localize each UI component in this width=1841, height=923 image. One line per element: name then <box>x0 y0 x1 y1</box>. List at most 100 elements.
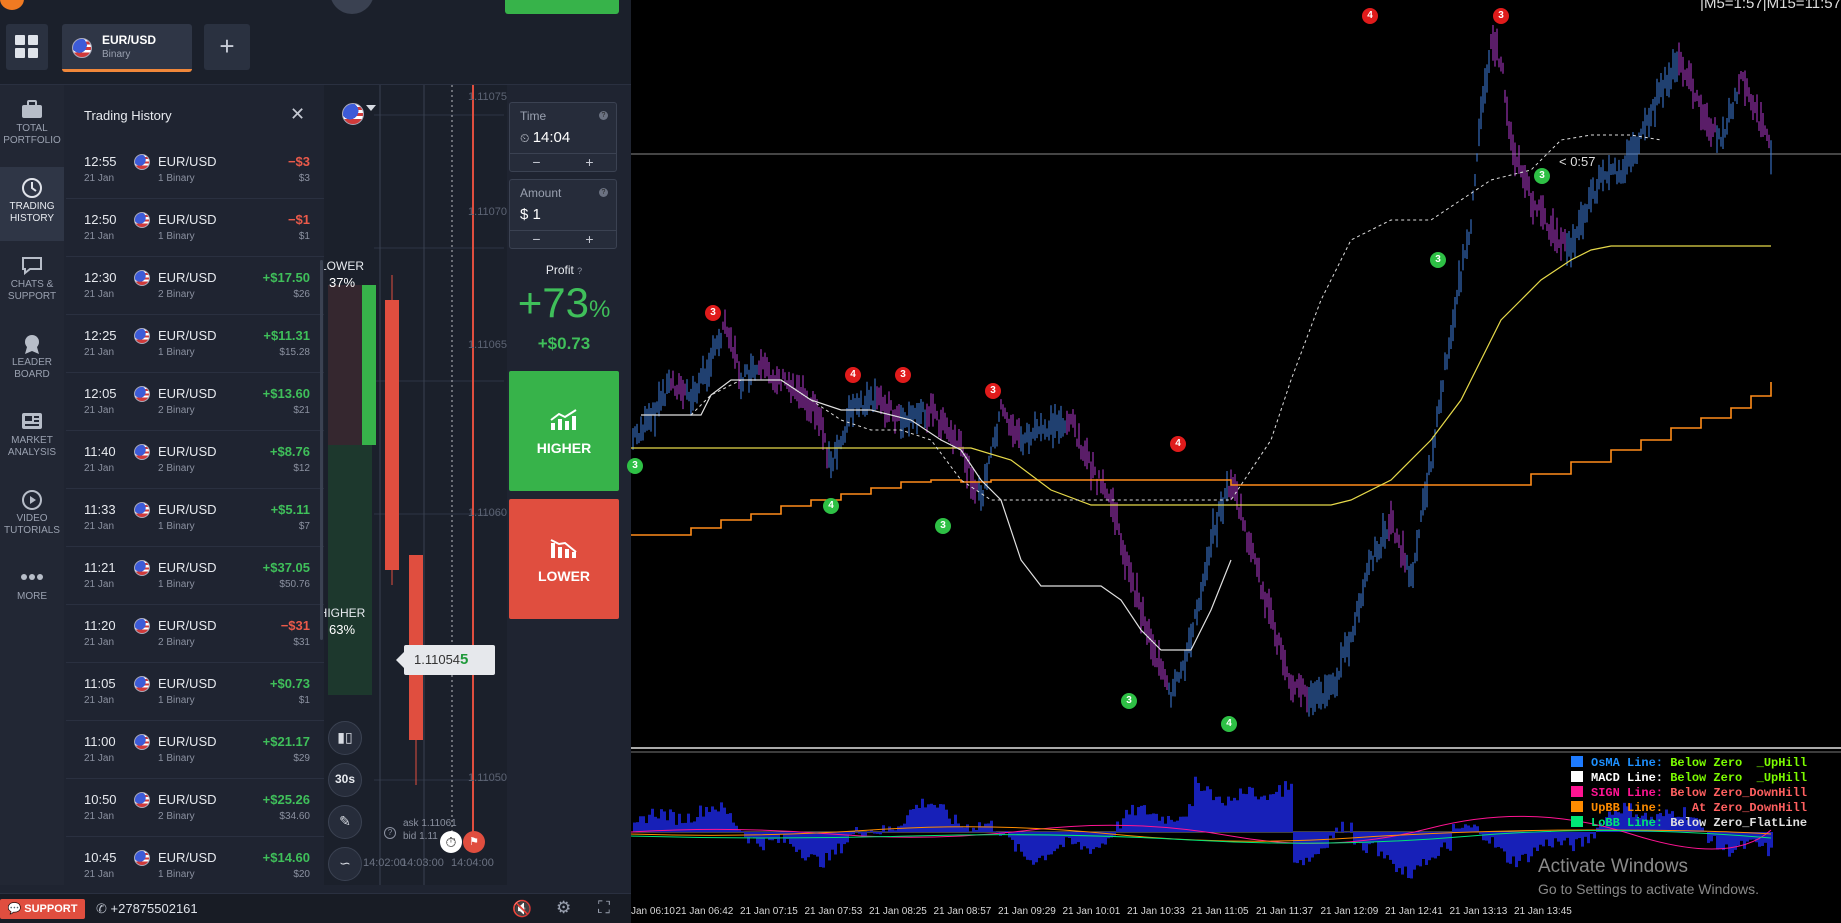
lower-button[interactable]: LOWER <box>509 499 619 619</box>
history-row[interactable]: 11:2121 JanEUR/USD1 Binary+$37.05$50.76 <box>66 546 324 605</box>
amount-selector[interactable]: Amount ? $ 1 − + <box>509 179 617 249</box>
trade-pnl: +$37.05 <box>263 560 310 575</box>
signal-marker: 4 <box>845 367 861 383</box>
history-row[interactable]: 11:2021 JanEUR/USD2 Binary−$31$31 <box>66 604 324 663</box>
price-level-4: 1.11060 <box>468 507 507 519</box>
legend-name: SIGN Line: <box>1591 786 1663 800</box>
legend-name: UpBB Line: <box>1591 801 1663 815</box>
asset-tab-pair: EUR/USD <box>102 33 156 47</box>
close-icon[interactable]: ✕ <box>290 104 305 125</box>
asset-chart[interactable]: 1.11075 1.11070 1.11065 1.11060 1.11050 … <box>324 85 507 885</box>
sidebar-item-label: MORE <box>17 591 47 602</box>
fullscreen-icon[interactable]: ⛶ <box>598 898 610 918</box>
time-plus-button[interactable]: + <box>563 154 616 170</box>
candles-tool-icon[interactable]: ▮▯ <box>328 721 362 755</box>
history-row[interactable]: 12:2521 JanEUR/USD1 Binary+$11.31$15.28 <box>66 314 324 373</box>
signal-marker: 3 <box>1534 168 1550 184</box>
time-label-3: 14:04:00 <box>451 857 494 869</box>
sidebar-item-chats-support[interactable]: CHATS & SUPPORT <box>0 245 64 319</box>
asset-tab-eurusd[interactable]: EUR/USD Binary <box>62 24 192 72</box>
amount-value[interactable]: $ 1 <box>520 206 541 223</box>
amount-plus-button[interactable]: + <box>563 231 616 247</box>
amount-minus-button[interactable]: − <box>510 231 563 247</box>
gear-icon[interactable]: ⚙ <box>556 898 571 918</box>
time-label-2: 14:03:00 <box>401 857 444 869</box>
lower-button-label: LOWER <box>509 568 619 584</box>
panel-title: Trading History <box>84 108 172 123</box>
trade-type: 1 Binary <box>158 347 195 358</box>
history-row[interactable]: 11:3321 JanEUR/USD1 Binary+$5.11$7 <box>66 488 324 547</box>
current-price-tag: 1.110545 <box>404 645 495 675</box>
sidebar-item-total-portfolio[interactable]: TOTAL PORTFOLIO <box>0 89 64 163</box>
info-icon[interactable]: ? <box>384 827 396 839</box>
trade-date: 21 Jan <box>84 869 114 880</box>
time-value: ⏲ 14:04 <box>520 129 570 146</box>
trade-type: 1 Binary <box>158 521 195 532</box>
trade-date: 21 Jan <box>84 753 114 764</box>
sidebar-item-leader-board[interactable]: LEADER BOARD <box>0 323 64 397</box>
trade-date: 21 Jan <box>84 695 114 706</box>
history-row[interactable]: 12:0521 JanEUR/USD2 Binary+$13.60$21 <box>66 372 324 431</box>
legend-swatch <box>1571 756 1583 767</box>
signal-marker: 4 <box>1362 8 1378 24</box>
history-row[interactable]: 10:4521 JanEUR/USD1 Binary+$14.60$20 <box>66 836 324 895</box>
trade-stake: $50.76 <box>279 579 310 590</box>
time-axis-label: 21 Jan 13:13 <box>1450 906 1508 917</box>
signal-marker: 3 <box>895 367 911 383</box>
trade-time: 11:05 <box>84 676 116 691</box>
sidebar-item-more[interactable]: MORE <box>0 557 64 631</box>
history-row[interactable]: 11:4021 JanEUR/USD2 Binary+$8.76$12 <box>66 430 324 489</box>
time-axis-label: 21 Jan 13:45 <box>1514 906 1572 917</box>
deposit-button[interactable] <box>505 0 619 14</box>
history-row[interactable]: 11:0021 JanEUR/USD1 Binary+$21.17$29 <box>66 720 324 779</box>
timeframe-button[interactable]: 30s <box>328 763 362 797</box>
eurusd-flag-icon <box>134 502 150 518</box>
trade-time: 10:50 <box>84 792 117 807</box>
indicators-icon[interactable]: ∽ <box>328 847 362 881</box>
higher-button-label: HIGHER <box>509 440 619 456</box>
trade-pair: EUR/USD <box>158 444 217 459</box>
help-icon[interactable]: ? <box>577 266 582 276</box>
legend-row: SIGN Line: Below Zero_DownHill <box>1571 786 1807 800</box>
draw-pencil-icon[interactable]: ✎ <box>328 805 362 839</box>
sidebar-item-label: MARKET ANALYSIS <box>8 435 56 458</box>
timer-icon: ⏱ <box>440 831 462 853</box>
chat-icon <box>19 255 45 275</box>
history-row[interactable]: 11:0521 JanEUR/USD1 Binary+$0.73$1 <box>66 662 324 721</box>
mute-icon[interactable]: 🔇 <box>512 899 532 919</box>
history-row[interactable]: 12:3021 JanEUR/USD2 Binary+$17.50$26 <box>66 256 324 315</box>
amount-label: Amount <box>520 186 561 200</box>
finish-flag-icon: ⚑ <box>463 831 485 853</box>
legend-name: LoBB Line: <box>1591 816 1663 830</box>
profit-percent: +73% <box>509 279 619 327</box>
history-row[interactable]: 12:5021 JanEUR/USD1 Binary−$1$1 <box>66 198 324 257</box>
add-asset-button[interactable]: + <box>204 24 250 70</box>
avatar[interactable] <box>330 0 374 14</box>
sidebar-item-market-analysis[interactable]: MARKET ANALYSIS <box>0 401 64 475</box>
scrollbar[interactable] <box>320 260 323 640</box>
news-icon <box>19 411 45 431</box>
chevron-down-icon[interactable] <box>366 105 376 111</box>
trade-pnl: −$31 <box>281 618 310 633</box>
sidebar-item-label: TRADING HISTORY <box>10 201 55 224</box>
metatrader-chart[interactable]: |M5=1:57|M15=11:57 < 0:57 43343343433433… <box>631 0 1841 922</box>
trade-date: 21 Jan <box>84 521 114 532</box>
trade-time: 11:40 <box>84 444 116 459</box>
time-axis-label: 21 Jan 06:42 <box>676 906 734 917</box>
trade-stake: $7 <box>299 521 310 532</box>
higher-button[interactable]: HIGHER <box>509 371 619 491</box>
help-icon[interactable]: ? <box>599 188 608 197</box>
time-selector[interactable]: Time ? ⏲ 14:04 − + <box>509 102 617 172</box>
history-row[interactable]: 12:5521 JanEUR/USD1 Binary−$3$3 <box>66 140 324 199</box>
help-icon[interactable]: ? <box>599 111 608 120</box>
history-row[interactable]: 10:5021 JanEUR/USD2 Binary+$25.26$34.60 <box>66 778 324 837</box>
sidebar-item-trading-history[interactable]: TRADING HISTORY <box>0 167 64 241</box>
trade-pair: EUR/USD <box>158 734 217 749</box>
trade-stake: $21 <box>293 405 310 416</box>
trade-stake: $15.28 <box>279 347 310 358</box>
trade-time: 11:33 <box>84 502 116 517</box>
sidebar-item-video-tutorials[interactable]: VIDEO TUTORIALS <box>0 479 64 553</box>
apps-grid-button[interactable] <box>6 24 48 70</box>
time-minus-button[interactable]: − <box>510 154 563 170</box>
support-button[interactable]: 💬 SUPPORT <box>0 899 85 919</box>
